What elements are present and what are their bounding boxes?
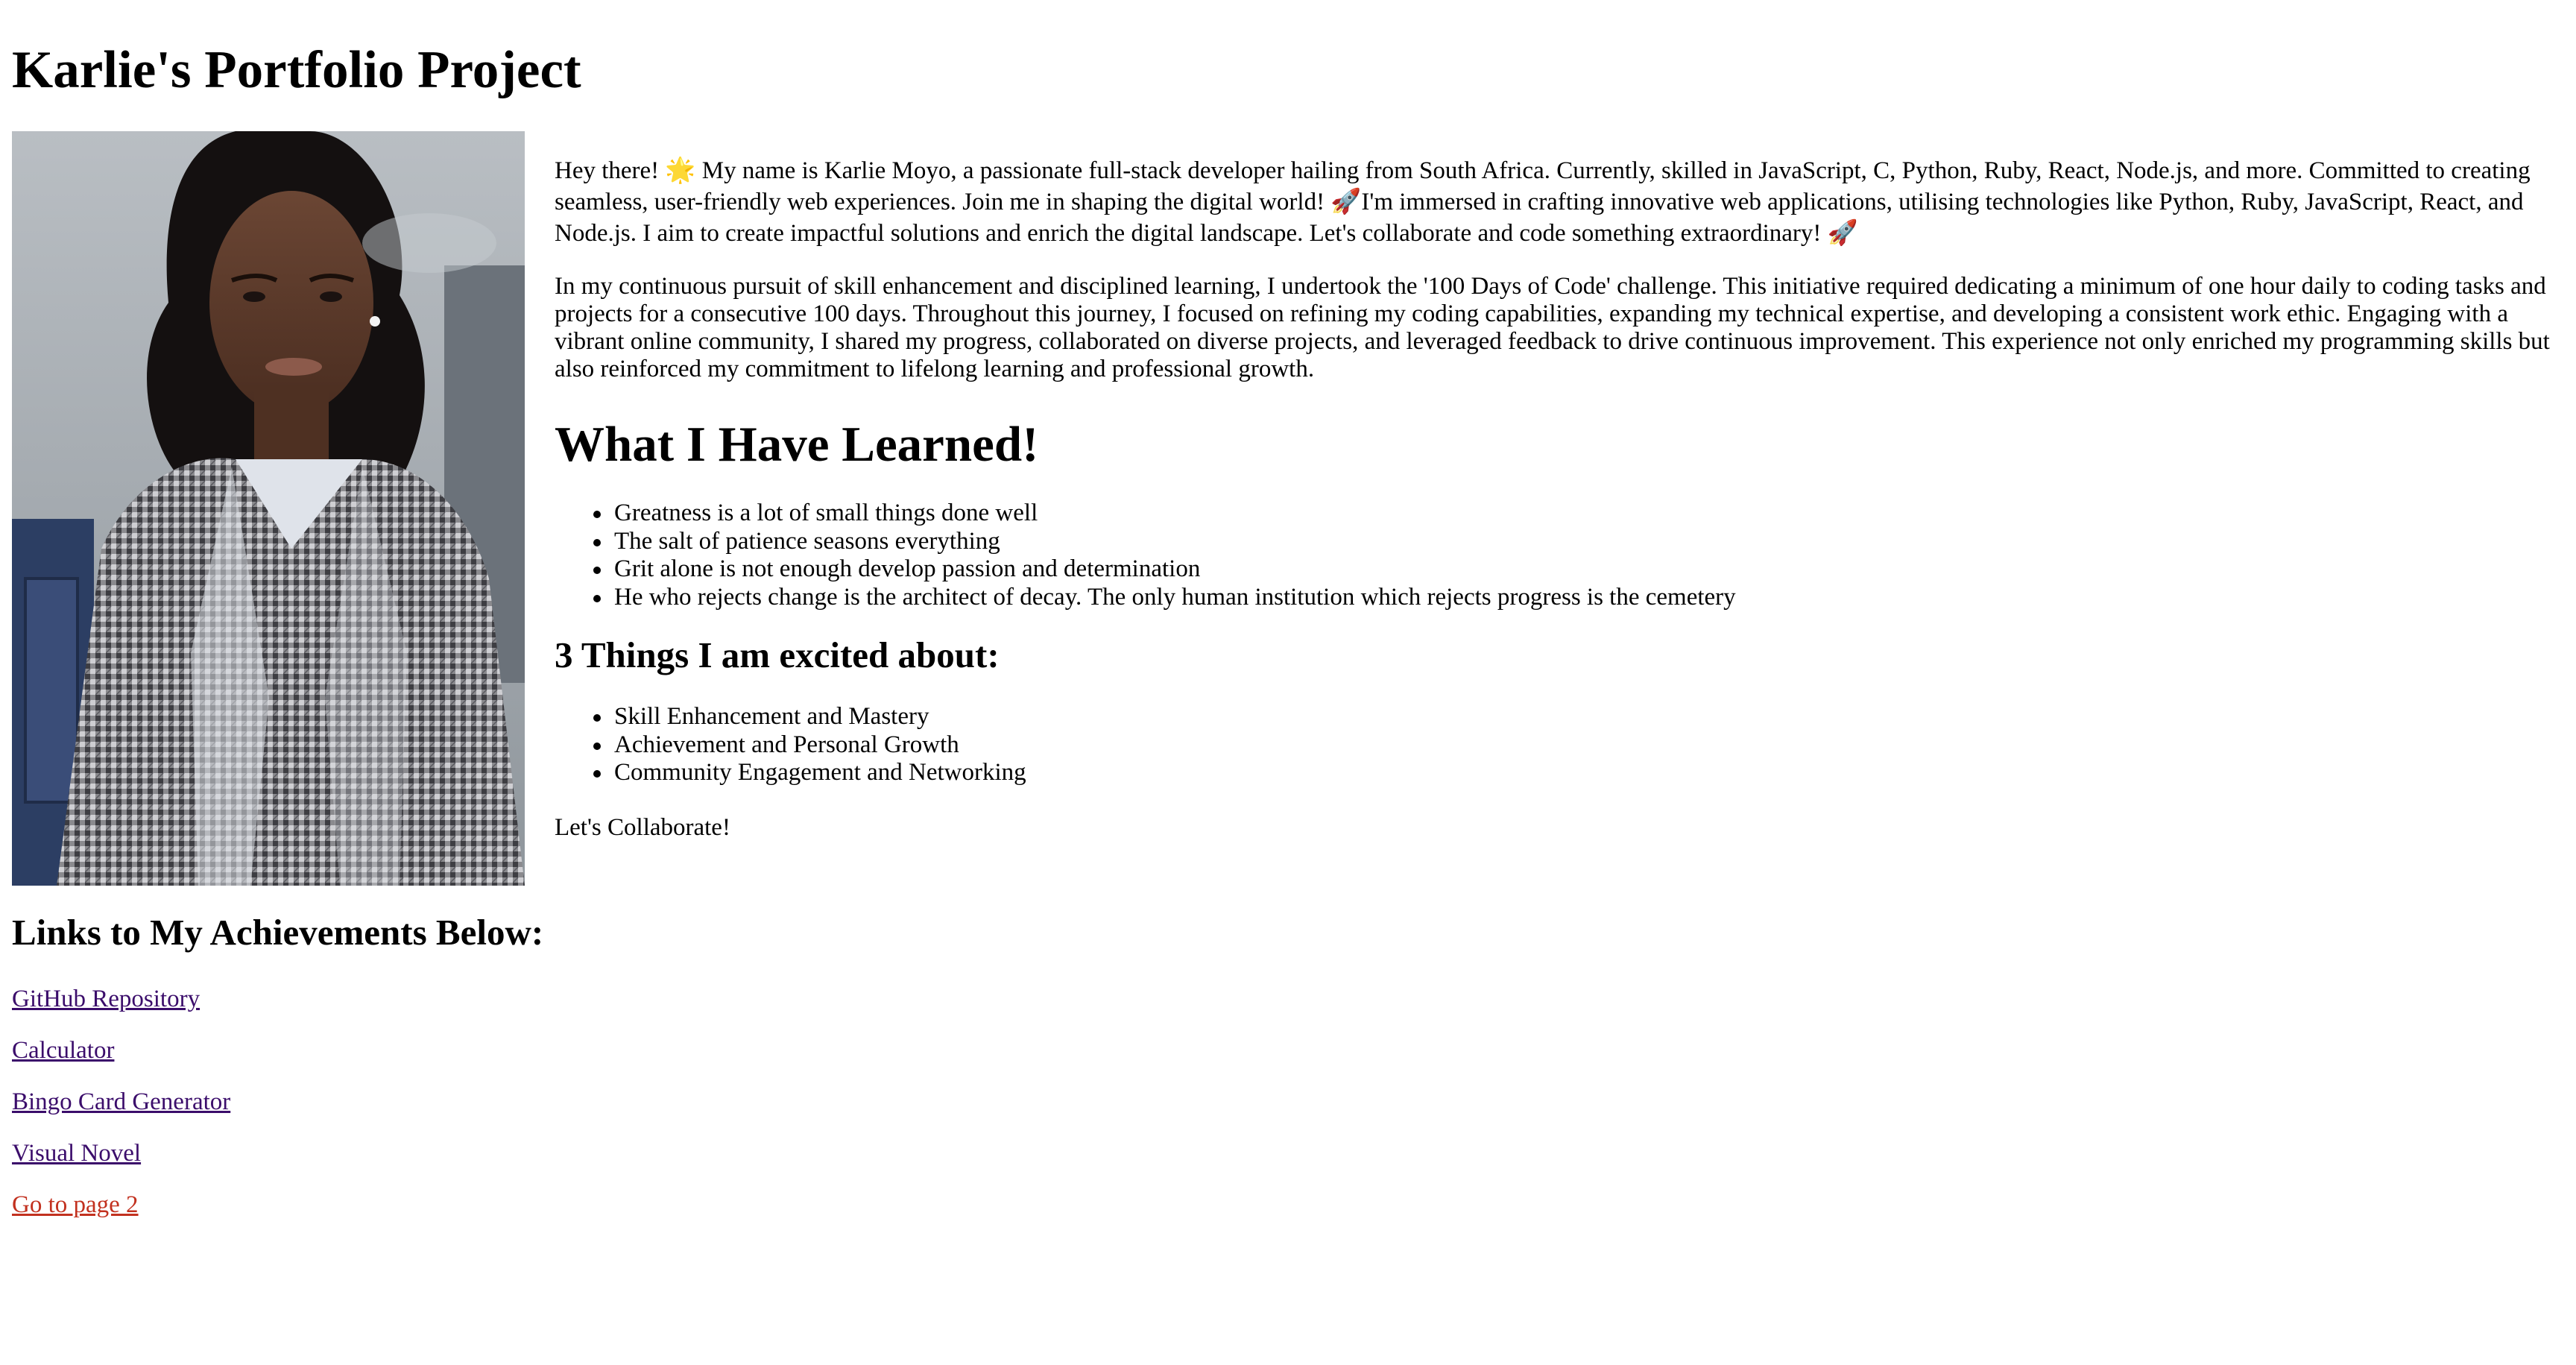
go-to-page-2-link[interactable]: Go to page 2 (12, 1191, 230, 1219)
calculator-link[interactable]: Calculator (12, 1037, 230, 1065)
visual-novel-link[interactable]: Visual Novel (12, 1140, 230, 1167)
challenge-paragraph: In my continuous pursuit of skill enhanc… (555, 273, 2550, 382)
collaborate-text: Let's Collaborate! (555, 813, 730, 841)
main-content: Hey there! 🌟 My name is Karlie Moyo, a p… (555, 155, 2573, 843)
achievements-links: GitHub Repository Calculator Bingo Card … (12, 986, 230, 1243)
list-item: Skill Enhancement and Mastery (555, 703, 2573, 731)
list-item: Community Engagement and Networking (555, 759, 2573, 787)
github-repository-link[interactable]: GitHub Repository (12, 986, 230, 1013)
profile-photo-illustration (12, 131, 525, 886)
profile-photo (12, 131, 525, 886)
learned-heading: What I Have Learned! (555, 417, 1039, 472)
excited-heading: 3 Things I am excited about: (555, 634, 1000, 676)
bingo-card-generator-link[interactable]: Bingo Card Generator (12, 1088, 230, 1116)
list-item: He who rejects change is the architect o… (555, 584, 2573, 612)
list-item: Greatness is a lot of small things done … (555, 499, 2573, 528)
page-title: Karlie's Portfolio Project (12, 41, 581, 99)
intro-paragraph: Hey there! 🌟 My name is Karlie Moyo, a p… (555, 157, 2531, 247)
excited-list: Skill Enhancement and Mastery Achievemen… (555, 703, 2573, 787)
learned-list: Greatness is a lot of small things done … (555, 499, 2573, 611)
page: Karlie's Portfolio Project Hey there! 🌟 … (0, 0, 2576, 1365)
list-item: Achievement and Personal Growth (555, 731, 2573, 760)
achievements-heading: Links to My Achievements Below: (12, 912, 544, 953)
list-item: The salt of patience seasons everything (555, 528, 2573, 556)
list-item: Grit alone is not enough develop passion… (555, 555, 2573, 584)
